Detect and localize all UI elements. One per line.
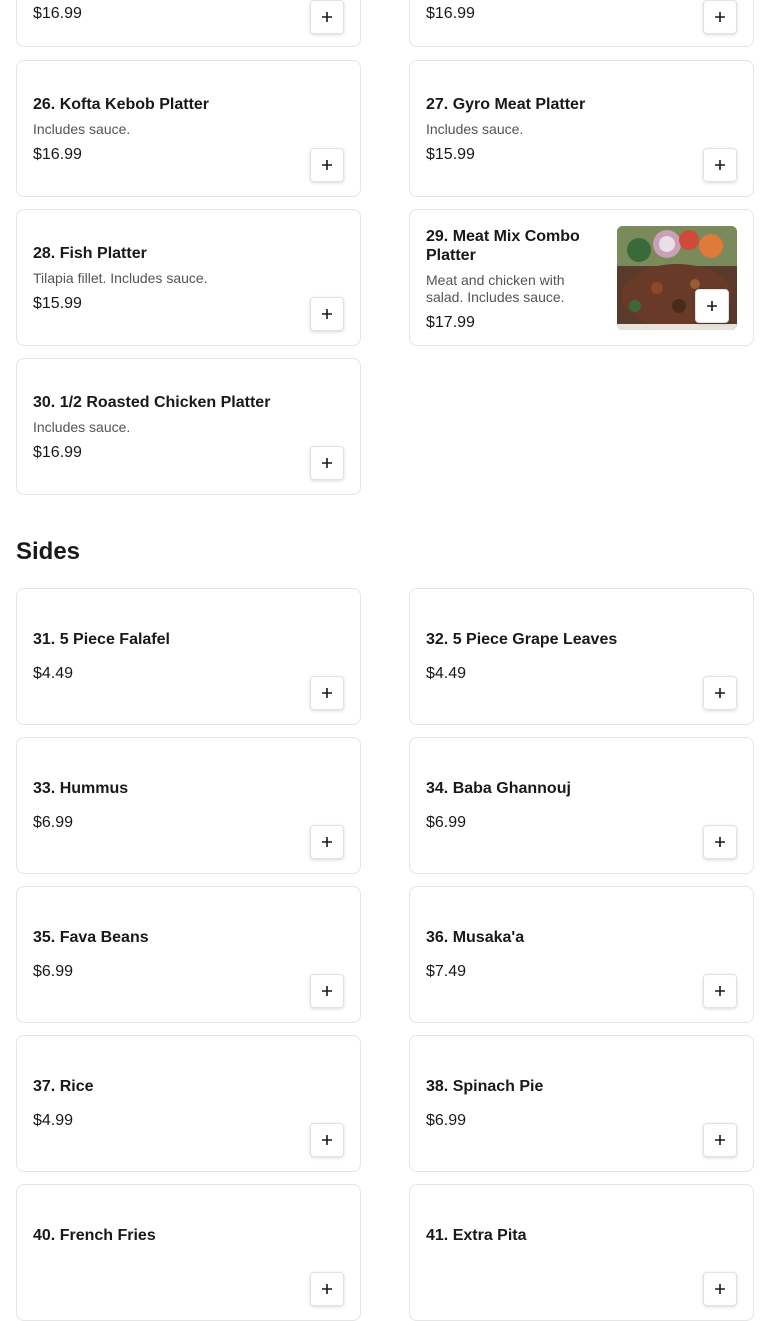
plus-icon (322, 160, 332, 170)
menu-item-card[interactable]: 40. French Fries (16, 1184, 361, 1321)
item-name: 40. French Fries (33, 1227, 156, 1244)
item-price: $15.99 (426, 146, 475, 163)
item-price: $6.99 (33, 963, 74, 980)
item-price: $4.49 (33, 665, 74, 682)
item-name: 38. Spinach Pie (426, 1078, 544, 1095)
menu-item-card[interactable]: 38. Spinach Pie $6.99 (409, 1035, 754, 1172)
menu-item-card[interactable]: 31. 5 Piece Falafel $4.49 (16, 588, 361, 725)
item-name: 30. 1/2 Roasted Chicken Platter (33, 394, 271, 411)
item-price: $16.99 (33, 444, 82, 461)
plus-icon (715, 837, 725, 847)
item-price: $16.99 (33, 5, 82, 22)
add-item-button[interactable] (310, 825, 344, 859)
menu-item-card[interactable]: 29. Meat Mix Combo Platter Meat and chic… (409, 209, 754, 346)
menu-item-card[interactable]: 28. Fish Platter Tilapia fillet. Include… (16, 209, 361, 346)
item-price: $6.99 (426, 814, 467, 831)
item-price: $6.99 (426, 1112, 467, 1129)
add-item-button[interactable] (703, 1123, 737, 1157)
menu-item-card[interactable]: 26. Kofta Kebob Platter Includes sauce. … (16, 60, 361, 197)
add-item-button[interactable] (703, 1272, 737, 1306)
menu-item-card[interactable]: $16.99 (16, 0, 361, 47)
item-name: 27. Gyro Meat Platter (426, 96, 586, 113)
add-item-button[interactable] (703, 0, 737, 34)
plus-icon (322, 986, 332, 996)
plus-icon (715, 160, 725, 170)
menu-item-card[interactable]: 27. Gyro Meat Platter Includes sauce. $1… (409, 60, 754, 197)
item-name: 31. 5 Piece Falafel (33, 631, 170, 648)
plus-icon (715, 986, 725, 996)
item-name: 33. Hummus (33, 780, 129, 797)
section-title-sides: Sides (16, 538, 81, 565)
plus-icon (322, 688, 332, 698)
item-name: 41. Extra Pita (426, 1227, 527, 1244)
add-item-button[interactable] (310, 0, 344, 34)
add-item-button[interactable] (703, 825, 737, 859)
add-item-button[interactable] (703, 974, 737, 1008)
add-item-button[interactable] (310, 1272, 344, 1306)
item-name: 28. Fish Platter (33, 245, 147, 262)
item-description: Tilapia fillet. Includes sauce. (33, 270, 208, 286)
menu-item-card[interactable]: 35. Fava Beans $6.99 (16, 886, 361, 1023)
item-price: $4.99 (33, 1112, 74, 1129)
item-name: 26. Kofta Kebob Platter (33, 96, 210, 113)
plus-icon (322, 837, 332, 847)
item-description: Includes sauce. (426, 121, 524, 137)
item-name: 37. Rice (33, 1078, 94, 1095)
plus-icon (322, 1135, 332, 1145)
item-name: 29. Meat Mix Combo Platter (426, 228, 580, 264)
item-price: $15.99 (33, 295, 82, 312)
item-name: 34. Baba Ghannouj (426, 780, 571, 797)
item-description: Includes sauce. (33, 419, 131, 435)
menu-item-card[interactable]: $16.99 (409, 0, 754, 47)
item-price: $7.49 (426, 963, 467, 980)
plus-icon (707, 301, 717, 311)
plus-icon (715, 12, 725, 22)
item-description: Includes sauce. (33, 121, 131, 137)
add-item-button[interactable] (703, 148, 737, 182)
add-item-button[interactable] (310, 676, 344, 710)
item-price: $6.99 (33, 814, 74, 831)
add-item-button[interactable] (310, 148, 344, 182)
menu-item-card[interactable]: 41. Extra Pita (409, 1184, 754, 1321)
plus-icon (322, 458, 332, 468)
plus-icon (715, 688, 725, 698)
plus-icon (715, 1135, 725, 1145)
menu-item-card[interactable]: 30. 1/2 Roasted Chicken Platter Includes… (16, 358, 361, 495)
item-price: $16.99 (426, 5, 475, 22)
add-item-button[interactable] (310, 974, 344, 1008)
menu-item-card[interactable]: 33. Hummus $6.99 (16, 737, 361, 874)
add-item-button[interactable] (695, 289, 729, 323)
item-price: $17.99 (426, 314, 475, 331)
menu-item-card[interactable]: 37. Rice $4.99 (16, 1035, 361, 1172)
item-name: 35. Fava Beans (33, 929, 149, 946)
item-name: 32. 5 Piece Grape Leaves (426, 631, 618, 648)
plus-icon (322, 309, 332, 319)
item-description: Meat and chicken with salad. Includes sa… (426, 272, 565, 305)
menu-item-card[interactable]: 36. Musaka'a $7.49 (409, 886, 754, 1023)
menu-item-card[interactable]: 32. 5 Piece Grape Leaves $4.49 (409, 588, 754, 725)
add-item-button[interactable] (310, 446, 344, 480)
item-name: 36. Musaka'a (426, 929, 525, 946)
item-price: $4.49 (426, 665, 467, 682)
menu-item-card[interactable]: 34. Baba Ghannouj $6.99 (409, 737, 754, 874)
plus-icon (322, 12, 332, 22)
add-item-button[interactable] (703, 676, 737, 710)
add-item-button[interactable] (310, 1123, 344, 1157)
item-price: $16.99 (33, 146, 82, 163)
add-item-button[interactable] (310, 297, 344, 331)
plus-icon (322, 1284, 332, 1294)
plus-icon (715, 1284, 725, 1294)
